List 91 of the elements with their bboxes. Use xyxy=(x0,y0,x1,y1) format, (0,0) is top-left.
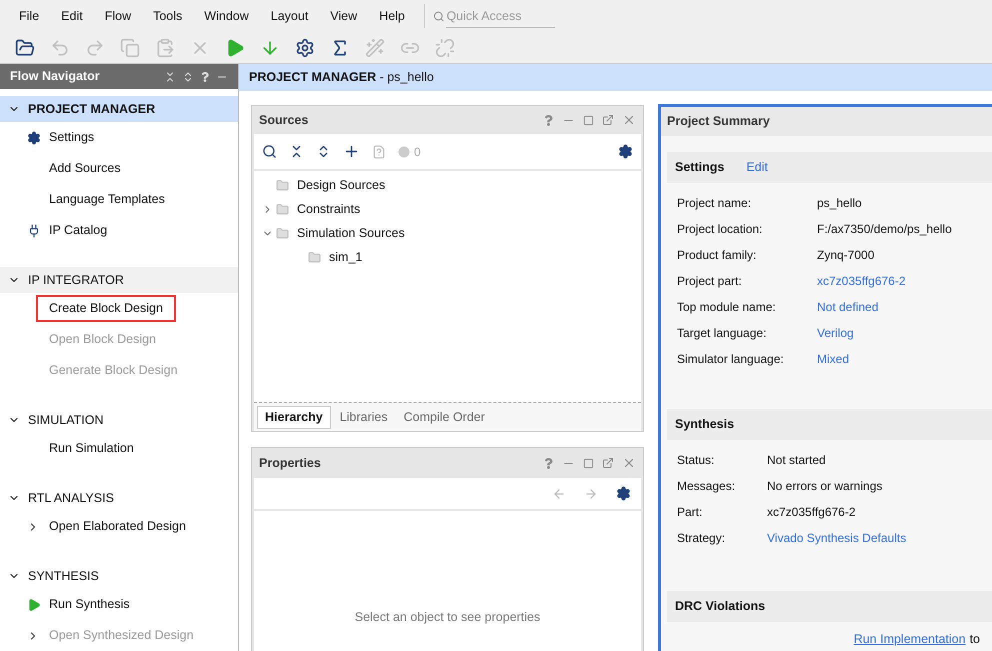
section-header[interactable]: PROJECT MANAGER xyxy=(0,96,238,122)
panel-title: Sources xyxy=(259,112,308,129)
help-icon[interactable] xyxy=(200,72,210,82)
nav-item[interactable]: Open Elaborated Design xyxy=(49,517,186,536)
nav-item[interactable]: Add Sources xyxy=(49,159,121,178)
value-link[interactable]: Vivado Synthesis Defaults xyxy=(767,529,906,547)
empty-message: Select an object to see properties xyxy=(354,609,540,626)
menu-item[interactable]: View xyxy=(319,6,368,26)
menu-item[interactable]: File xyxy=(8,6,50,26)
folder-icon xyxy=(276,226,289,240)
field-label: Simulator language: xyxy=(677,351,785,368)
field-value: No errors or warnings xyxy=(767,478,882,495)
search-icon xyxy=(432,10,444,22)
section-header[interactable]: SYNTHESIS xyxy=(0,563,238,589)
message-count: 0 xyxy=(414,144,421,160)
field-value: Zynq-7000 xyxy=(817,247,874,264)
field-label: Part: xyxy=(677,504,704,521)
project-header: PROJECT MANAGER - ps_hello xyxy=(239,64,992,91)
close-icon[interactable] xyxy=(622,456,636,470)
nav-item[interactable]: Run Simulation xyxy=(49,439,134,458)
folder-icon xyxy=(308,250,321,264)
field-label: Project part: xyxy=(677,273,743,290)
nav-item[interactable]: Settings xyxy=(49,128,94,147)
tree-item[interactable]: Simulation Sources xyxy=(297,224,405,242)
panel-title: Properties xyxy=(259,454,321,472)
maximize-icon[interactable] xyxy=(583,458,594,468)
menu-item[interactable]: Flow xyxy=(94,6,142,26)
menu-item[interactable]: Layout xyxy=(260,6,320,26)
nav-item[interactable]: Language Templates xyxy=(49,190,165,209)
settings-icon xyxy=(27,130,41,144)
section-title: DRC Violations xyxy=(675,598,766,616)
tree-item[interactable]: Constraints xyxy=(297,200,360,218)
edit-link[interactable]: Edit xyxy=(746,158,768,177)
field-label: Top module name: xyxy=(677,299,777,316)
field-value: ps_hello xyxy=(817,195,862,212)
folder-icon xyxy=(276,202,289,216)
field-label: Messages: xyxy=(677,478,736,495)
tab[interactable]: Hierarchy xyxy=(257,406,331,428)
field-value: F:/ax7350/demo/ps_hello xyxy=(817,221,952,238)
plug-icon xyxy=(27,224,41,238)
run-implementation-link[interactable]: Run Implementation xyxy=(854,630,966,649)
tree-item[interactable]: Design Sources xyxy=(297,176,386,194)
section-header[interactable]: RTL ANALYSIS xyxy=(0,485,238,511)
nav-item[interactable]: Create Block Design xyxy=(36,295,176,322)
back-arrow-icon[interactable] xyxy=(552,486,566,500)
float-icon[interactable] xyxy=(602,114,614,126)
value-link[interactable]: Not defined xyxy=(817,298,878,316)
close-icon[interactable] xyxy=(622,113,636,127)
field-label: Product family: xyxy=(677,247,758,264)
document-question-icon[interactable] xyxy=(372,144,386,158)
tab[interactable]: Libraries xyxy=(332,406,395,428)
field-label: Strategy: xyxy=(677,530,726,547)
forward-arrow-icon[interactable] xyxy=(584,486,598,500)
menu-item[interactable]: Tools xyxy=(142,6,194,26)
section-title: Settings xyxy=(675,159,724,176)
section-header[interactable]: SIMULATION xyxy=(0,407,238,433)
value-link[interactable]: xc7z035ffg676-2 xyxy=(817,272,906,290)
panel-title: Flow Navigator xyxy=(10,68,100,86)
value-link[interactable]: Mixed xyxy=(817,350,850,368)
menu-item[interactable]: Edit xyxy=(50,6,94,26)
quick-access-field[interactable]: Quick Access xyxy=(446,4,555,28)
field-label: Status: xyxy=(677,452,716,469)
field-label: Target language: xyxy=(677,325,768,342)
tab[interactable]: Compile Order xyxy=(396,406,492,428)
help-icon[interactable] xyxy=(543,458,554,468)
search-icon[interactable] xyxy=(262,144,277,159)
field-value: xc7z035ffg676-2 xyxy=(767,504,856,521)
float-icon[interactable] xyxy=(602,457,614,469)
section-title: Synthesis xyxy=(675,416,734,434)
add-icon[interactable] xyxy=(343,143,360,160)
value-link[interactable]: Verilog xyxy=(817,324,854,342)
menu-item[interactable]: Window xyxy=(193,6,260,26)
status-dot-icon xyxy=(398,146,410,158)
section-header[interactable]: IP INTEGRATOR xyxy=(0,267,238,293)
folder-icon[interactable] xyxy=(14,38,36,58)
nav-item[interactable]: Run Synthesis xyxy=(49,595,130,614)
settings-icon[interactable] xyxy=(618,144,633,159)
tree-item[interactable]: sim_1 xyxy=(329,248,362,266)
nav-item[interactable]: IP Catalog xyxy=(49,221,108,240)
settings-icon[interactable] xyxy=(616,486,631,501)
field-label: Project location: xyxy=(677,221,764,238)
maximize-icon[interactable] xyxy=(583,114,594,126)
field-value: Not started xyxy=(767,452,826,469)
settings-icon[interactable] xyxy=(294,38,316,58)
help-icon[interactable] xyxy=(543,114,554,126)
menu-item[interactable]: Help xyxy=(368,6,416,26)
play-icon xyxy=(27,598,41,612)
footer-text: to xyxy=(970,631,980,648)
field-label: Project name: xyxy=(677,195,752,212)
folder-icon xyxy=(276,178,289,192)
panel-title: Project Summary xyxy=(667,113,770,130)
